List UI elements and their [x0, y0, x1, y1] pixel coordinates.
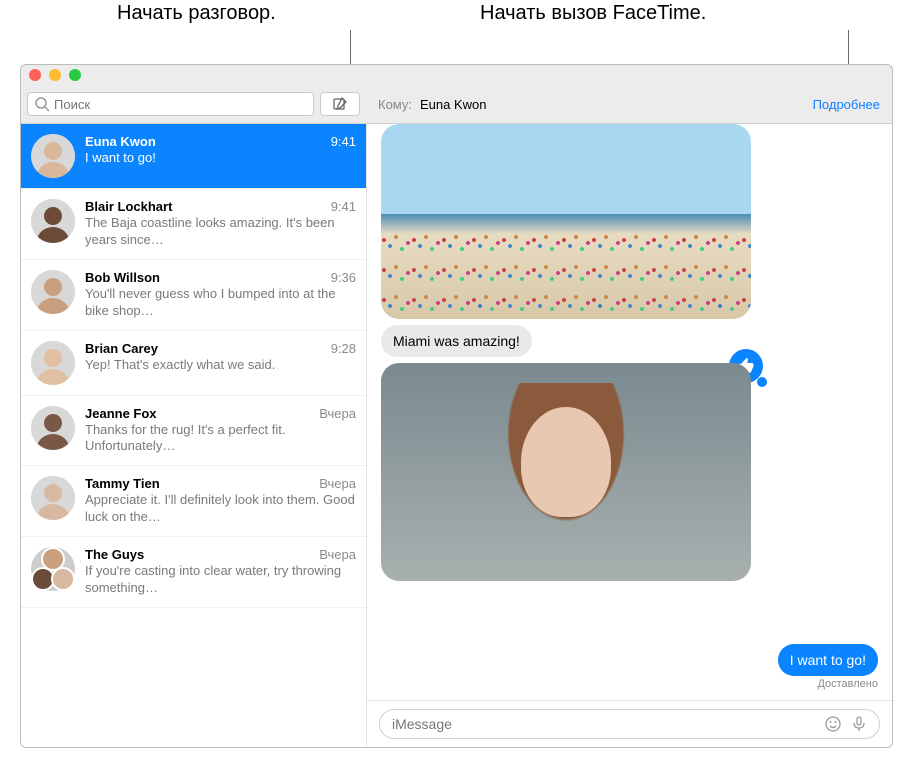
message-thread: Miami was amazing! I want to go! Доставл… — [366, 124, 892, 747]
list-item[interactable]: Jeanne Fox ВчераThanks for the rug! It's … — [21, 396, 366, 467]
title-bar — [21, 65, 892, 85]
messages-scroll[interactable]: Miami was amazing! I want to go! Доставл… — [367, 124, 892, 700]
list-item[interactable]: Tammy Tien ВчераAppreciate it. I'll defin… — [21, 466, 366, 537]
list-item[interactable]: Bob Willson 9:36You'll never guess who I … — [21, 260, 366, 331]
avatar — [31, 270, 75, 314]
conversation-time: 9:41 — [331, 199, 356, 214]
conversation-name: Brian Carey — [85, 341, 158, 356]
messages-window: Кому: Euna Kwon Подробнее Euna Kwon9:41I… — [20, 64, 893, 748]
conversation-name: Tammy Tien — [85, 476, 160, 491]
details-button[interactable]: Подробнее — [813, 97, 880, 112]
conversation-name: Euna Kwon — [85, 134, 156, 149]
toolbar: Кому: Euna Kwon Подробнее — [21, 85, 892, 124]
search-input[interactable] — [54, 97, 307, 112]
conversation-list[interactable]: Euna Kwon9:41I want to go!Blair Lockhart… — [21, 124, 366, 747]
recipient-name[interactable]: Euna Kwon — [420, 97, 813, 112]
list-item[interactable]: Euna Kwon 9:41I want to go! — [21, 124, 366, 189]
avatar — [31, 134, 75, 178]
received-text[interactable]: Miami was amazing! — [381, 325, 532, 357]
callout-compose: Начать разговор. — [117, 2, 276, 25]
search-icon — [34, 96, 50, 112]
microphone-icon[interactable] — [851, 716, 867, 732]
conversation-time: 9:28 — [331, 341, 356, 356]
compose-icon — [332, 96, 348, 112]
conversation-preview: Thanks for the rug! It's a perfect fit. … — [85, 422, 356, 456]
conversation-name: Blair Lockhart — [85, 199, 172, 214]
help-callouts: Начать разговор. Начать вызов FaceTime. — [0, 0, 913, 64]
conversation-preview: If you're casting into clear water, try … — [85, 563, 356, 597]
list-item[interactable]: Blair Lockhart 9:41The Baja coastline loo… — [21, 189, 366, 260]
avatar — [31, 341, 75, 385]
conversation-name: The Guys — [85, 547, 144, 562]
search-field[interactable] — [27, 92, 314, 116]
traffic-lights — [29, 69, 81, 81]
conversation-time: 9:36 — [331, 270, 356, 285]
conversation-time: Вчера — [319, 547, 356, 562]
list-item[interactable]: Brian Carey 9:28Yep! That's exactly what … — [21, 331, 366, 396]
input-bar — [367, 700, 892, 747]
conversation-time: 9:41 — [331, 134, 356, 149]
received-image-portrait[interactable] — [381, 363, 751, 581]
to-label: Кому: — [378, 97, 412, 112]
conversation-preview: Yep! That's exactly what we said. — [85, 357, 356, 374]
received-image-beach[interactable] — [381, 124, 751, 319]
conversation-preview: Appreciate it. I'll definitely look into… — [85, 492, 356, 526]
conversation-preview: I want to go! — [85, 150, 356, 167]
emoji-icon[interactable] — [825, 716, 841, 732]
message-input-wrap[interactable] — [379, 709, 880, 739]
conversation-name: Bob Willson — [85, 270, 160, 285]
avatar — [31, 476, 75, 520]
minimize-button[interactable] — [49, 69, 61, 81]
avatar — [31, 406, 75, 450]
delivered-status: Доставлено — [817, 678, 878, 690]
conversation-preview: The Baja coastline looks amazing. It's b… — [85, 215, 356, 249]
conversation-preview: You'll never guess who I bumped into at … — [85, 286, 356, 320]
zoom-button[interactable] — [69, 69, 81, 81]
conversation-time: Вчера — [319, 406, 356, 421]
conversation-time: Вчера — [319, 476, 356, 491]
callout-facetime: Начать вызов FaceTime. — [480, 2, 706, 25]
message-input[interactable] — [392, 716, 817, 732]
close-button[interactable] — [29, 69, 41, 81]
list-item[interactable]: The Guys ВчераIf you're casting into clea… — [21, 537, 366, 608]
compose-button[interactable] — [320, 92, 360, 116]
conversation-name: Jeanne Fox — [85, 406, 157, 421]
avatar — [31, 547, 75, 591]
avatar — [31, 199, 75, 243]
sent-text[interactable]: I want to go! — [778, 644, 878, 676]
